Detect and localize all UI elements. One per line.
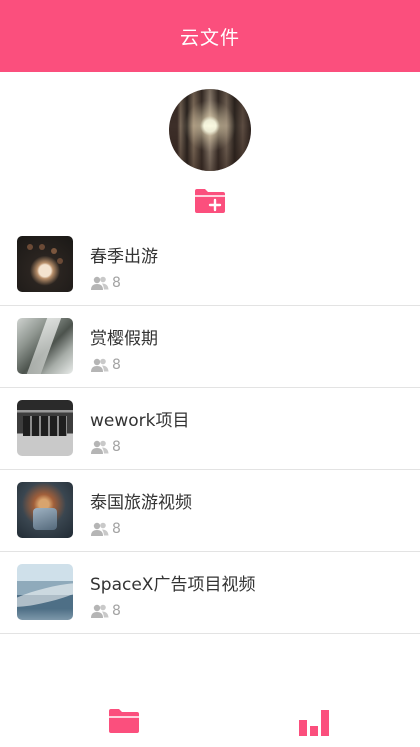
- member-count-value: 8: [112, 357, 121, 373]
- avatar[interactable]: [169, 89, 251, 171]
- bar-chart-icon: [299, 710, 329, 736]
- folder-icon: [109, 709, 139, 733]
- folder-item[interactable]: wework项目 8: [0, 388, 420, 470]
- tab-files[interactable]: [106, 706, 142, 736]
- member-count: 8: [90, 438, 121, 456]
- member-count-value: 8: [112, 439, 121, 455]
- folder-name: 泰国旅游视频: [90, 493, 192, 513]
- folder-name: 赏樱假期: [90, 329, 158, 349]
- member-count: 8: [90, 356, 121, 374]
- member-count-value: 8: [112, 603, 121, 619]
- folder-list: 春季出游 8 赏樱假期 8 wework项目 8 泰国旅游视频 8 SpaceX…: [0, 224, 420, 634]
- folder-thumbnail: [17, 564, 73, 620]
- members-icon: [91, 276, 109, 290]
- member-count-value: 8: [112, 521, 121, 537]
- folder-item[interactable]: 泰国旅游视频 8: [0, 470, 420, 552]
- member-count: 8: [90, 274, 121, 292]
- folder-thumbnail: [17, 400, 73, 456]
- bottom-tab-bar: [0, 690, 420, 747]
- folder-item[interactable]: 赏樱假期 8: [0, 306, 420, 388]
- member-count: 8: [90, 602, 121, 620]
- folder-item[interactable]: SpaceX广告项目视频 8: [0, 552, 420, 634]
- add-folder-button[interactable]: [193, 186, 227, 216]
- folder-item[interactable]: 春季出游 8: [0, 224, 420, 306]
- tab-statistics[interactable]: [296, 706, 332, 736]
- profile-section: [0, 72, 420, 228]
- members-icon: [91, 440, 109, 454]
- members-icon: [91, 522, 109, 536]
- folder-name: wework项目: [90, 411, 190, 431]
- member-count: 8: [90, 520, 121, 538]
- folder-thumbnail: [17, 318, 73, 374]
- folder-name: 春季出游: [90, 247, 158, 267]
- member-count-value: 8: [112, 275, 121, 291]
- folder-plus-icon: [195, 189, 225, 213]
- folder-thumbnail: [17, 482, 73, 538]
- page-title: 云文件: [179, 26, 240, 49]
- folder-thumbnail: [17, 236, 73, 292]
- divider: [0, 633, 420, 634]
- members-icon: [91, 358, 109, 372]
- folder-name: SpaceX广告项目视频: [90, 575, 256, 595]
- members-icon: [91, 604, 109, 618]
- top-bar: 云文件: [0, 0, 420, 72]
